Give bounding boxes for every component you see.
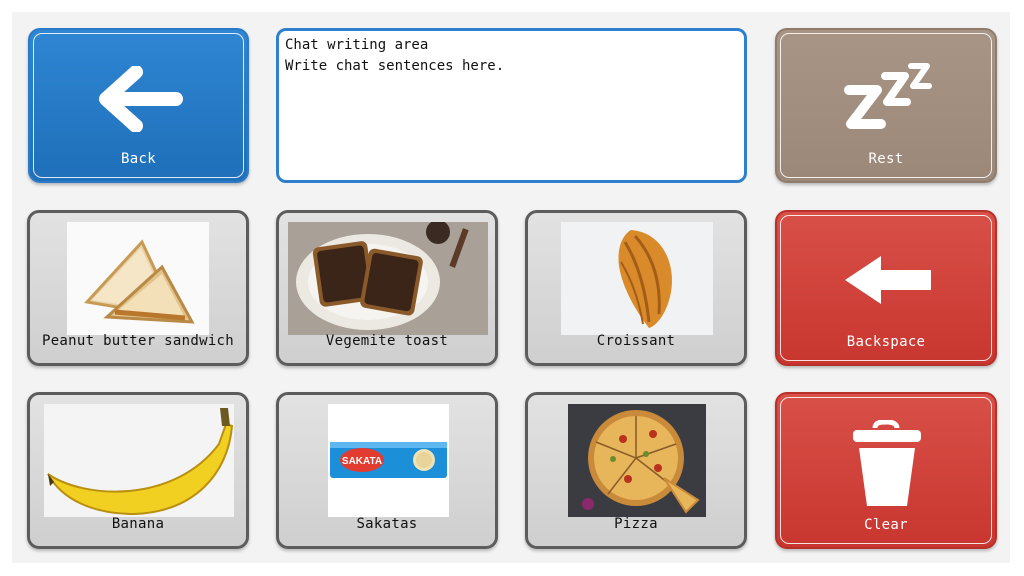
chat-writing-area[interactable]: Chat writing area Write chat sentences h… <box>276 28 747 183</box>
croissant-image <box>561 222 713 335</box>
tile-vegemite-toast[interactable]: Vegemite toast <box>276 210 498 366</box>
clear-label: Clear <box>864 517 908 533</box>
sakatas-pack-text: SAKATA <box>342 456 382 467</box>
sleep-zzz-icon <box>844 63 932 129</box>
tile-label: Peanut butter sandwich <box>41 333 235 349</box>
pizza-image <box>568 404 706 517</box>
back-label: Back <box>121 151 156 167</box>
tile-peanut-butter-sandwich[interactable]: Peanut butter sandwich <box>27 210 249 366</box>
chat-line-2: Write chat sentences here. <box>285 58 505 74</box>
tile-sakatas[interactable]: SAKATA Sakatas <box>276 392 498 549</box>
sandwich-image <box>67 222 209 335</box>
chat-line-1: Chat writing area <box>285 37 429 53</box>
tile-label: Banana <box>111 516 165 532</box>
tile-banana[interactable]: Banana <box>27 392 249 549</box>
back-button[interactable]: Back <box>28 28 249 183</box>
clear-button[interactable]: Clear <box>775 392 997 549</box>
tile-label: Sakatas <box>356 516 418 532</box>
tile-croissant[interactable]: Croissant <box>525 210 747 366</box>
backspace-label: Backspace <box>846 334 926 350</box>
tile-label: Vegemite toast <box>325 333 449 349</box>
toast-image <box>288 222 488 335</box>
tile-label: Pizza <box>614 516 658 532</box>
trash-icon <box>853 420 921 506</box>
rest-button[interactable]: Rest <box>775 28 997 183</box>
rest-label: Rest <box>868 151 904 167</box>
backspace-arrow-icon <box>845 256 931 304</box>
tile-pizza[interactable]: Pizza <box>525 392 747 549</box>
banana-image <box>44 404 234 517</box>
tile-label: Croissant <box>596 333 676 349</box>
arrow-left-icon <box>99 66 183 132</box>
sakatas-image: SAKATA <box>328 404 449 517</box>
backspace-button[interactable]: Backspace <box>775 210 997 366</box>
